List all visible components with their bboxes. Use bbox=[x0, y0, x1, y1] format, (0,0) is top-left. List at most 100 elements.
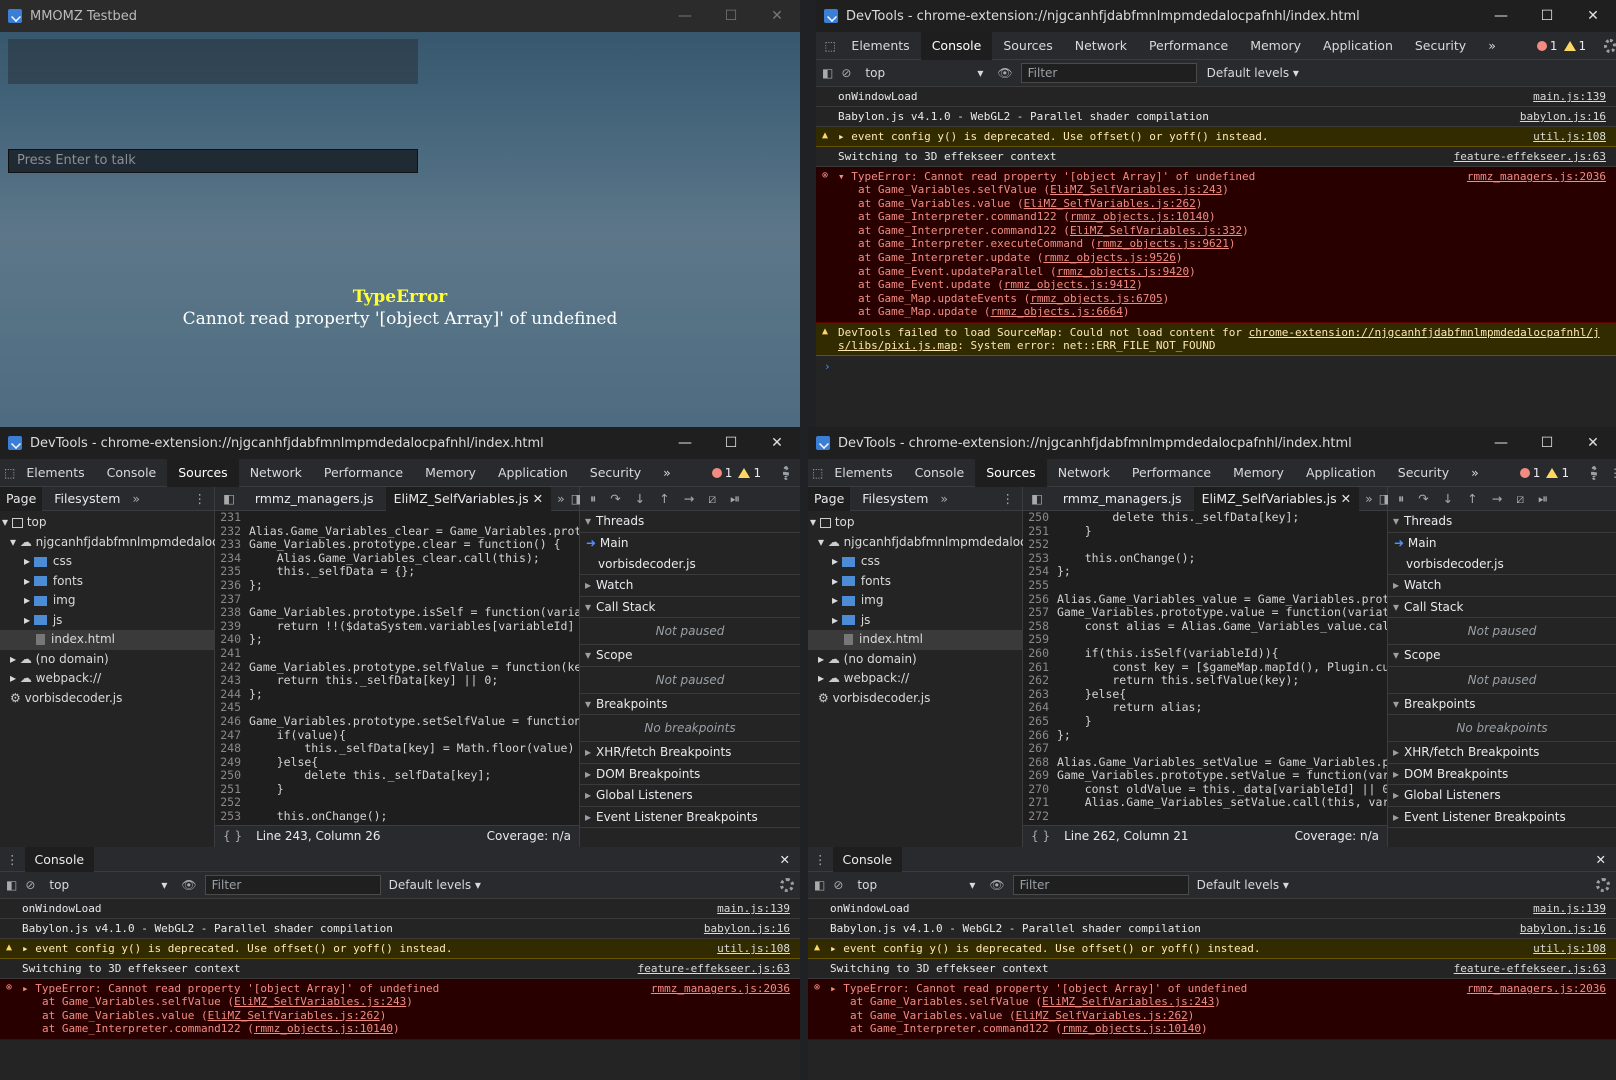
context-select[interactable]: top ▾ bbox=[851, 878, 981, 892]
line-number[interactable]: 269 bbox=[1023, 769, 1049, 783]
step-over-icon[interactable]: ↷ bbox=[610, 491, 620, 506]
code-editor[interactable]: 250 delete this._selfData[key]; 251 } 252 2… bbox=[1023, 511, 1387, 825]
tab-console[interactable]: Console bbox=[96, 459, 168, 487]
line-number[interactable]: 247 bbox=[215, 728, 241, 743]
step-into-icon[interactable]: ↓ bbox=[1443, 491, 1453, 506]
code-line[interactable]: 261 const key = [$gameMap.mapId(), Plugi… bbox=[1023, 660, 1387, 675]
code-line[interactable]: 250 delete this._selfData[key]; bbox=[1023, 511, 1387, 525]
file-tab-active[interactable]: EliMZ_SelfVariables.js ✕ bbox=[385, 486, 552, 511]
line-number[interactable]: 252 bbox=[1023, 538, 1049, 552]
close-drawer-icon[interactable]: ✕ bbox=[1596, 852, 1606, 867]
line-number[interactable]: 244 bbox=[215, 687, 241, 702]
scope-header[interactable]: Scope bbox=[580, 645, 800, 667]
close-icon[interactable]: ✕ bbox=[754, 427, 800, 459]
close-tab-icon[interactable]: ✕ bbox=[1341, 491, 1351, 506]
line-number[interactable]: 238 bbox=[215, 606, 241, 620]
line-number[interactable]: 270 bbox=[1023, 782, 1049, 797]
tree-item[interactable]: ▸ js bbox=[0, 611, 214, 631]
code-line[interactable]: 267 bbox=[1023, 741, 1387, 756]
line-number[interactable]: 251 bbox=[215, 782, 241, 797]
drawer-menu-icon[interactable]: ⋮ bbox=[808, 852, 833, 867]
pause-icon[interactable]: ⏸ bbox=[590, 491, 596, 507]
tree-item[interactable]: ⚙ vorbisdecoder.js bbox=[0, 689, 214, 709]
source-link[interactable]: util.js:108 bbox=[717, 942, 790, 955]
tab-sources[interactable]: Sources bbox=[975, 458, 1047, 487]
tree-item[interactable]: ▸ img bbox=[0, 591, 214, 611]
drawer-menu-icon[interactable]: ⋮ bbox=[0, 852, 25, 867]
code-line[interactable]: 271 Alias.Game_Variables_setValue.call(t… bbox=[1023, 796, 1387, 810]
code-line[interactable]: 248 this._selfData[key] = Math.floor(val… bbox=[215, 741, 579, 756]
callstack-header[interactable]: Call Stack bbox=[1388, 597, 1616, 618]
stack-frame-link[interactable]: rmmz_objects.js:9526 bbox=[1043, 251, 1175, 264]
close-icon[interactable]: ✕ bbox=[1570, 427, 1616, 459]
source-link[interactable]: rmmz_managers.js:2036 bbox=[1467, 170, 1606, 183]
stack-frame-link[interactable]: rmmz_objects.js:9412 bbox=[1004, 278, 1136, 291]
source-link[interactable]: babylon.js:16 bbox=[704, 922, 790, 935]
clear-console-icon[interactable]: ⊘ bbox=[841, 66, 851, 80]
code-line[interactable]: 270 const oldValue = this._data[variable… bbox=[1023, 782, 1387, 797]
toggle-navigator-icon[interactable]: ◧ bbox=[1023, 491, 1051, 506]
minimize-icon[interactable]: — bbox=[662, 0, 708, 32]
breakpoints-header[interactable]: Breakpoints bbox=[580, 694, 800, 715]
log-levels-select[interactable]: Default levels ▾ bbox=[389, 878, 481, 892]
line-number[interactable]: 260 bbox=[1023, 646, 1049, 661]
step-out-icon[interactable]: ↑ bbox=[1467, 491, 1477, 506]
tree-item[interactable]: ▸ js bbox=[808, 611, 1022, 631]
line-number[interactable]: 250 bbox=[215, 769, 241, 783]
source-link[interactable]: rmmz_managers.js:2036 bbox=[1467, 982, 1606, 995]
xhr-breakpoints-header[interactable]: XHR/fetch Breakpoints bbox=[1388, 742, 1616, 764]
event-listener-breakpoints-header[interactable]: Event Listener Breakpoints bbox=[1388, 807, 1616, 828]
line-number[interactable]: 271 bbox=[1023, 796, 1049, 810]
tab-memory[interactable]: Memory bbox=[414, 459, 487, 487]
tab-network[interactable]: Network bbox=[1047, 459, 1121, 487]
source-link[interactable]: feature-effekseer.js:63 bbox=[1454, 150, 1606, 163]
line-number[interactable]: 233 bbox=[215, 538, 241, 552]
source-link[interactable]: rmmz_managers.js:2036 bbox=[651, 982, 790, 995]
minimize-icon[interactable]: — bbox=[1478, 427, 1524, 459]
code-line[interactable]: 234 Alias.Game_Variables_clear.call(this… bbox=[215, 551, 579, 566]
tree-item[interactable]: ▸ css bbox=[0, 552, 214, 572]
context-select[interactable]: top ▾ bbox=[859, 66, 989, 80]
console-settings-icon[interactable] bbox=[780, 878, 794, 892]
stack-frame-link[interactable]: EliMZ_SelfVariables.js:243 bbox=[1042, 995, 1214, 1008]
line-number[interactable]: 266 bbox=[1023, 728, 1049, 743]
drawer-tab-console[interactable]: Console bbox=[24, 846, 95, 872]
tree-item[interactable]: ▸ ☁ (no domain) bbox=[0, 650, 214, 670]
more-tabs-icon[interactable]: » bbox=[652, 459, 682, 487]
watch-header[interactable]: Watch bbox=[1388, 575, 1616, 597]
more-options-icon[interactable]: ⋮ bbox=[1609, 466, 1616, 480]
source-link[interactable]: main.js:139 bbox=[717, 902, 790, 915]
tab-console[interactable]: Console bbox=[904, 459, 976, 487]
stack-frame-link[interactable]: rmmz_objects.js:10140 bbox=[1062, 1022, 1201, 1035]
line-number[interactable]: 272 bbox=[1023, 809, 1049, 824]
filter-input[interactable]: Filter bbox=[1012, 875, 1189, 895]
global-listeners-header[interactable]: Global Listeners bbox=[1388, 785, 1616, 807]
line-number[interactable]: 250 bbox=[1023, 511, 1049, 525]
tab-application[interactable]: Application bbox=[1295, 459, 1387, 487]
maximize-icon[interactable]: ☐ bbox=[1524, 427, 1570, 459]
threads-header[interactable]: Threads bbox=[580, 511, 800, 533]
code-line[interactable]: 242 Game_Variables.prototype.selfValue = … bbox=[215, 660, 579, 675]
inspect-icon[interactable]: ⬚ bbox=[4, 466, 15, 480]
scope-header[interactable]: Scope bbox=[1388, 645, 1616, 667]
dom-breakpoints-header[interactable]: DOM Breakpoints bbox=[580, 764, 800, 785]
global-listeners-header[interactable]: Global Listeners bbox=[580, 785, 800, 807]
clear-console-icon[interactable]: ⊘ bbox=[833, 878, 843, 892]
watch-header[interactable]: Watch bbox=[580, 575, 800, 597]
tab-security[interactable]: Security bbox=[579, 459, 652, 487]
code-line[interactable]: 244}; bbox=[215, 687, 579, 702]
chat-input[interactable]: Press Enter to talk bbox=[8, 149, 418, 173]
more-options-icon[interactable]: ⋮ bbox=[1002, 491, 1015, 506]
warning-count-badge[interactable]: 1 bbox=[1546, 466, 1569, 480]
console-settings-icon[interactable] bbox=[1596, 878, 1610, 892]
close-tab-icon[interactable]: ✕ bbox=[533, 491, 543, 506]
code-line[interactable]: 268 Alias.Game_Variables_setValue = Game_… bbox=[1023, 755, 1387, 770]
step-icon[interactable]: → bbox=[1492, 491, 1502, 506]
line-number[interactable]: 248 bbox=[215, 741, 241, 756]
log-levels-select[interactable]: Default levels ▾ bbox=[1197, 878, 1289, 892]
console-prompt[interactable]: › bbox=[816, 356, 1616, 377]
tab-security[interactable]: Security bbox=[1387, 459, 1460, 487]
more-tabs-icon[interactable]: » bbox=[940, 491, 948, 506]
maximize-icon[interactable]: ☐ bbox=[708, 0, 754, 32]
code-line[interactable]: 246 Game_Variables.prototype.setSelfValue… bbox=[215, 714, 579, 729]
